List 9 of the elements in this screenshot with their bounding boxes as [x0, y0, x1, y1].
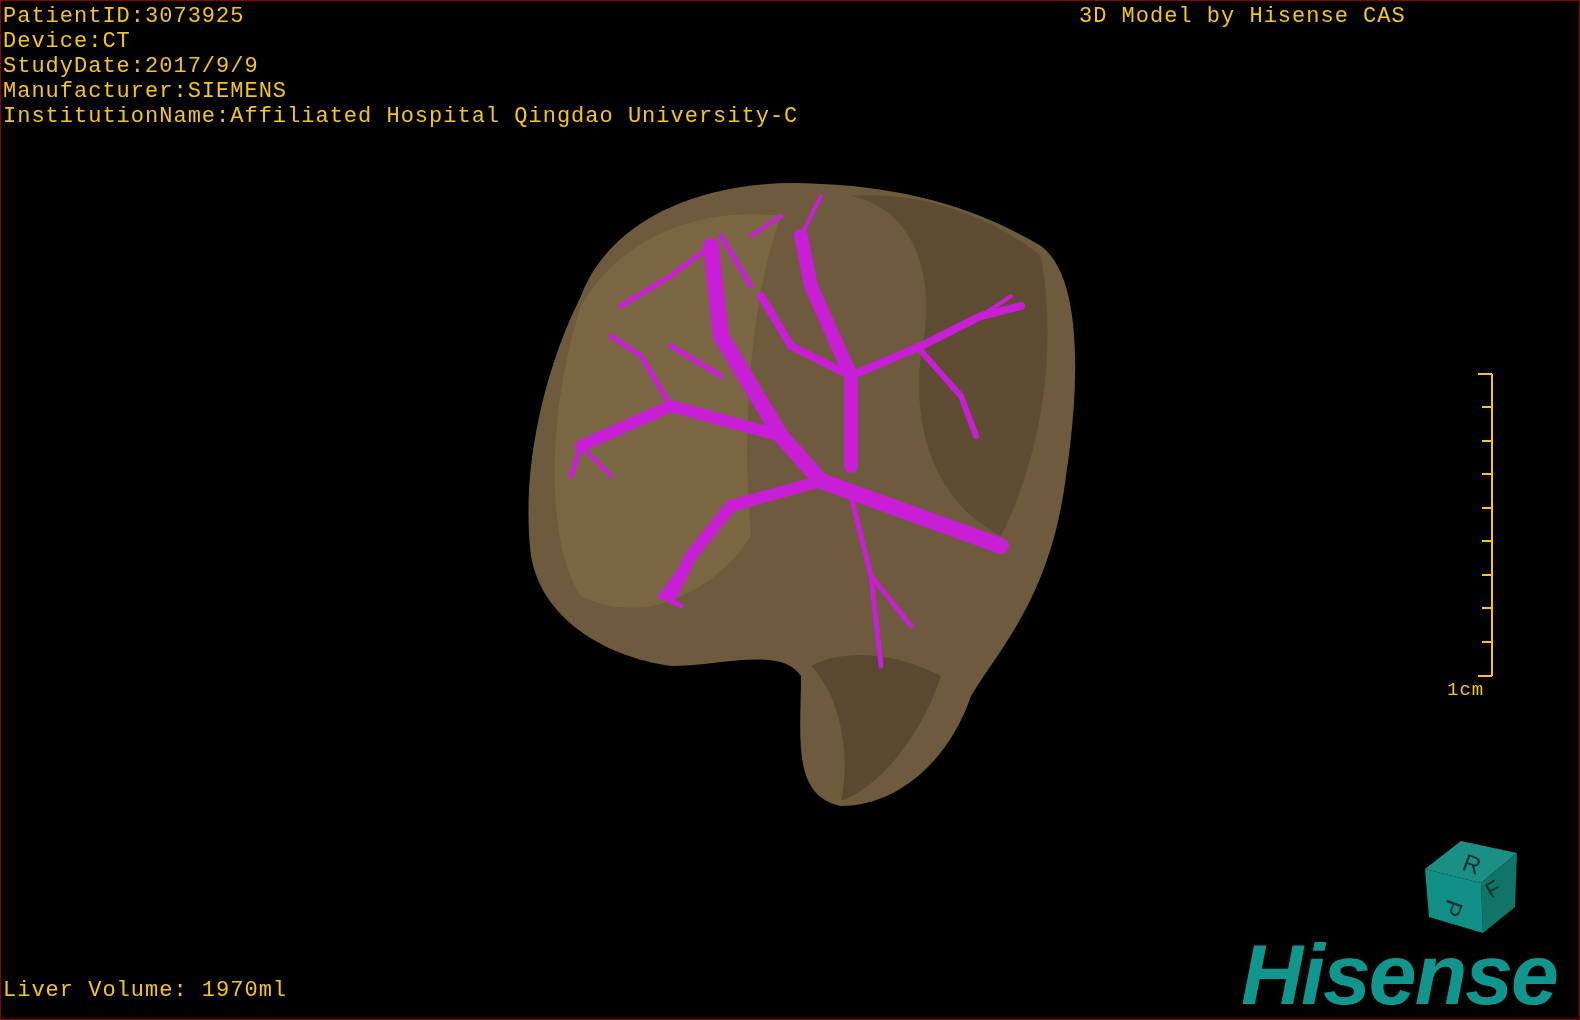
study-info-line: Manufacturer:SIEMENS [3, 79, 289, 104]
study-info-line: PatientID:3073925 [3, 4, 246, 29]
viewer-title: 3D Model by Hisense CAS [1079, 4, 1406, 29]
study-info-line: InstitutionName:Affiliated Hospital Qingdao University-C [3, 104, 799, 129]
study-info-line: StudyDate:2017/9/9 [3, 54, 260, 79]
study-info-line: Device:CT [3, 29, 132, 54]
cube-face-label: P [1437, 896, 1469, 921]
liver-volume-text: Liver Volume: 1970ml [3, 978, 288, 1003]
scale-label: 1cm [1447, 679, 1485, 701]
